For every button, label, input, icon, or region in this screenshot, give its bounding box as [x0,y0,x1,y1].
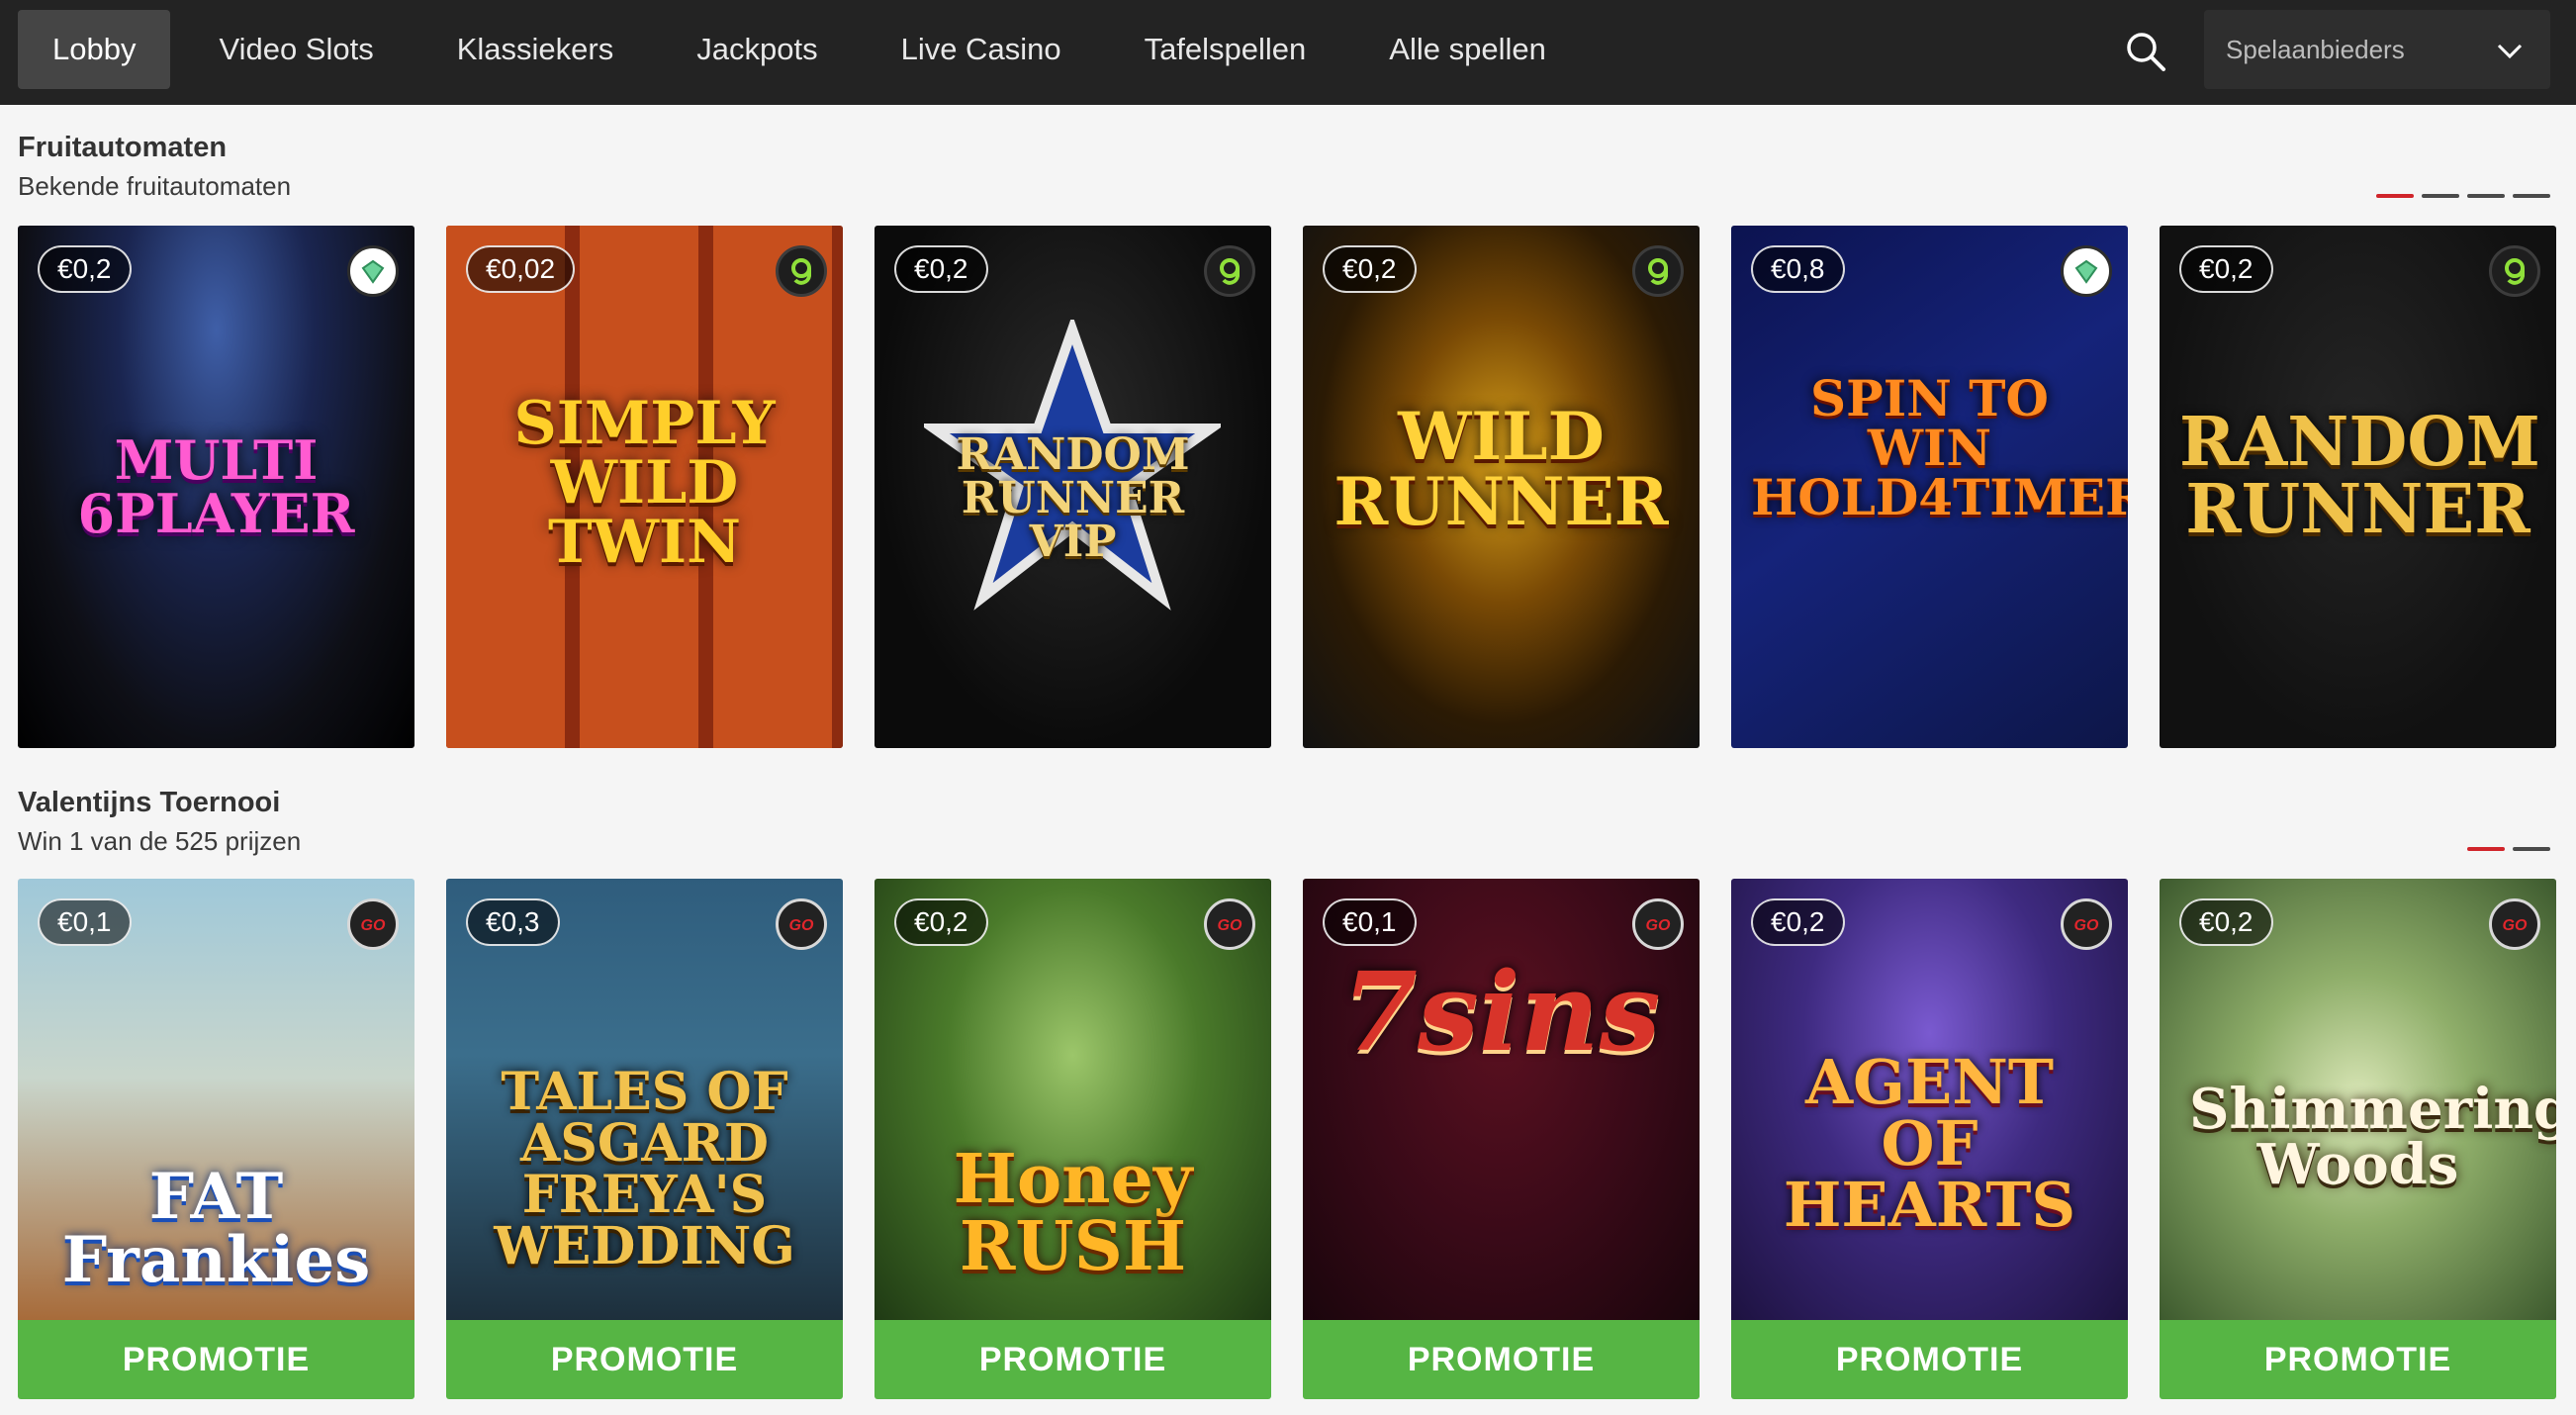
carousel-pager-valentijns-toernooi [2467,847,2550,851]
section-title-valentijns-toernooi: Valentijns Toernooi [18,787,281,818]
g-icon [776,245,827,297]
game-logo: FAT Frankies [61,1160,371,1297]
g-icon [2489,245,2540,297]
g-icon [1204,245,1255,297]
promo-button[interactable]: PROMOTIE [1731,1320,2128,1399]
game-logo: 7sins [1341,948,1661,1076]
price-badge: €0,02 [466,245,576,293]
game-card[interactable]: SIMPLY WILD TWIN €0,02 [446,226,843,748]
price-badge: €0,2 [2179,898,2273,946]
search-button[interactable] [2122,28,2171,77]
go-icon: GO [1632,898,1684,950]
price-badge: €0,8 [1751,245,1845,293]
promo-button[interactable]: PROMOTIE [2160,1320,2556,1399]
game-card[interactable]: WILD RUNNER €0,2 [1303,226,1700,748]
game-logo: RANDOM RUNNER [2179,403,2540,549]
game-card[interactable]: Shimmering Woods €0,2 GO PROMOTIE [2160,879,2556,1399]
pager-dot[interactable] [2513,194,2550,198]
price-badge: €0,2 [38,245,132,293]
promo-button[interactable]: PROMOTIE [1303,1320,1700,1399]
game-logo: RANDOM RUNNER VIP [956,429,1190,567]
promo-button[interactable]: PROMOTIE [446,1320,843,1399]
game-card[interactable]: AGENT OF HEARTS €0,2 GO PROMOTIE [1731,879,2128,1399]
game-logo: TALES OF ASGARD FREYA'S WEDDING [494,1062,795,1276]
tab-klassiekers[interactable]: Klassiekers [422,10,649,89]
tab-jackpots[interactable]: Jackpots [662,10,852,89]
diamond-icon [347,245,399,297]
chevron-down-icon [2497,44,2523,59]
section-title-fruitautomaten: Fruitautomaten [18,132,228,163]
game-card[interactable]: Honey RUSH €0,2 GO PROMOTIE [874,879,1271,1399]
game-card[interactable]: FAT Frankies €0,1 GO PROMOTIE [18,879,414,1399]
price-badge: €0,3 [466,898,560,946]
game-logo: WILD RUNNER [1334,398,1669,540]
pager-dot[interactable] [2467,194,2505,198]
pager-dot[interactable] [2376,194,2414,198]
price-badge: €0,2 [894,245,988,293]
tab-live-casino[interactable]: Live Casino [867,10,1096,89]
game-logo: AGENT OF HEARTS [1783,1046,2076,1241]
game-card[interactable]: 7sins €0,1 GO PROMOTIE [1303,879,1700,1399]
price-badge: €0,1 [1323,898,1417,946]
price-badge: €0,2 [1751,898,1845,946]
game-card[interactable]: RANDOM RUNNER VIP €0,2 [874,226,1271,748]
tab-tafelspellen[interactable]: Tafelspellen [1110,10,1341,89]
game-card[interactable]: RANDOM RUNNER €0,2 [2160,226,2556,748]
price-badge: €0,2 [1323,245,1417,293]
svg-text:GO: GO [1646,917,1671,934]
svg-text:GO: GO [2074,917,2099,934]
price-badge: €0,2 [894,898,988,946]
go-icon: GO [2489,898,2540,950]
game-row-valentijns-toernooi: FAT Frankies €0,1 GO PROMOTIE TALES OF A… [18,879,2556,1399]
tab-lobby[interactable]: Lobby [18,10,171,89]
tab-alle-spellen[interactable]: Alle spellen [1354,10,1581,89]
tab-video-slots[interactable]: Video Slots [184,10,408,89]
top-nav: Lobby Video Slots Klassiekers Jackpots L… [0,0,2576,105]
game-card[interactable]: SPIN TO WIN HOLD4TIMER €0,8 [1731,226,2128,748]
svg-text:GO: GO [2503,917,2528,934]
game-logo: MULTI 6PLAYER [77,428,355,545]
go-icon: GO [347,898,399,950]
game-logo: SIMPLY WILD TWIN [513,389,776,577]
diamond-icon [2061,245,2112,297]
game-card[interactable]: TALES OF ASGARD FREYA'S WEDDING €0,3 GO … [446,879,843,1399]
pager-dot[interactable] [2513,847,2550,851]
game-logo: Honey RUSH [953,1140,1193,1286]
go-icon: GO [776,898,827,950]
g-icon [1632,245,1684,297]
section-subtitle-valentijns-toernooi: Win 1 van de 525 prijzen [18,826,302,856]
svg-text:GO: GO [1218,917,1242,934]
search-icon [2127,33,2165,71]
pager-dot[interactable] [2467,847,2505,851]
provider-select-label: Spelaanbieders [2226,34,2405,64]
carousel-pager-fruitautomaten [2376,194,2550,198]
go-icon: GO [2061,898,2112,950]
price-badge: €0,2 [2179,245,2273,293]
pager-dot[interactable] [2422,194,2459,198]
go-icon: GO [1204,898,1255,950]
game-row-fruitautomaten: MULTI 6PLAYER €0,2 SIMPLY WILD TWIN €0,0… [18,226,2556,748]
svg-text:GO: GO [361,917,386,934]
price-badge: €0,1 [38,898,132,946]
provider-select[interactable]: Spelaanbieders [2204,10,2550,89]
section-subtitle-fruitautomaten: Bekende fruitautomaten [18,171,292,201]
promo-button[interactable]: PROMOTIE [874,1320,1271,1399]
nav-tabs: Lobby Video Slots Klassiekers Jackpots L… [18,10,1595,89]
game-card[interactable]: MULTI 6PLAYER €0,2 [18,226,414,748]
game-logo: Shimmering Woods [2189,1077,2556,1197]
game-logo: SPIN TO WIN HOLD4TIMER [1751,369,2128,526]
svg-text:GO: GO [789,917,814,934]
promo-button[interactable]: PROMOTIE [18,1320,414,1399]
